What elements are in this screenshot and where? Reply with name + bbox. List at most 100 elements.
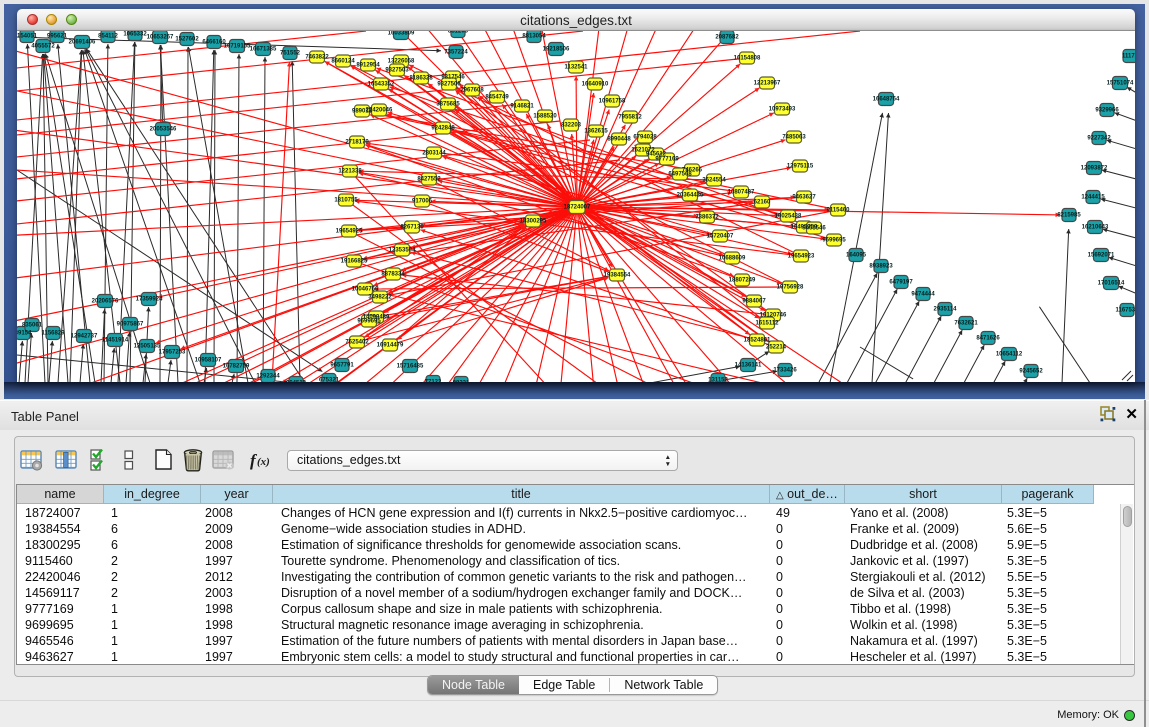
svg-text:10688609: 10688609 <box>719 256 746 262</box>
svg-text:10973493: 10973493 <box>769 107 796 113</box>
svg-text:10653267: 10653267 <box>147 35 174 41</box>
svg-text:917006: 917006 <box>412 199 433 205</box>
svg-text:9327503: 9327503 <box>385 68 409 74</box>
svg-text:9884067: 9884067 <box>742 299 766 305</box>
svg-text:4055572: 4055572 <box>31 44 55 50</box>
svg-text:9245652: 9245652 <box>1019 369 1043 375</box>
svg-text:7386372: 7386372 <box>695 215 719 221</box>
svg-text:16671385: 16671385 <box>250 47 277 53</box>
svg-text:8454749: 8454749 <box>485 95 509 101</box>
svg-text:2967608: 2967608 <box>460 88 484 94</box>
svg-text:12505135: 12505135 <box>134 344 161 350</box>
svg-text:19756928: 19756928 <box>777 285 804 291</box>
svg-text:1615112: 1615112 <box>755 321 779 327</box>
svg-text:1292344: 1292344 <box>256 374 280 380</box>
svg-text:18300295: 18300295 <box>520 219 547 225</box>
svg-text:16033809: 16033809 <box>388 31 415 37</box>
svg-text:17359924: 17359924 <box>136 297 163 303</box>
svg-text:16914479: 16914479 <box>377 343 404 349</box>
svg-text:1733426: 1733426 <box>773 368 797 374</box>
svg-text:9699695: 9699695 <box>357 319 381 325</box>
svg-text:15751074: 15751074 <box>1107 81 1134 87</box>
svg-text:16154808: 16154808 <box>734 56 761 62</box>
svg-text:1065332: 1065332 <box>123 32 147 38</box>
svg-text:7463822: 7463822 <box>305 55 329 61</box>
svg-text:12942737: 12942737 <box>71 334 98 340</box>
svg-text:8813054: 8813054 <box>522 34 546 40</box>
svg-text:6497568: 6497568 <box>668 172 692 178</box>
svg-text:3875685: 3875685 <box>436 102 460 108</box>
svg-text:8186328: 8186328 <box>409 76 433 82</box>
svg-text:995621: 995621 <box>47 34 68 40</box>
svg-text:675321: 675321 <box>319 378 340 383</box>
svg-text:7357224: 7357224 <box>444 50 468 56</box>
svg-text:2803144: 2803144 <box>422 151 446 157</box>
svg-text:19654925: 19654925 <box>336 229 363 235</box>
svg-text:14136141: 14136141 <box>735 363 762 369</box>
svg-text:9242848: 9242848 <box>431 126 455 132</box>
svg-text:12213967: 12213967 <box>754 81 781 87</box>
svg-text:16640910: 16640910 <box>582 82 609 88</box>
svg-text:7625402: 7625402 <box>345 340 369 346</box>
svg-text:11172: 11172 <box>1122 54 1135 60</box>
svg-text:7485063: 7485063 <box>782 135 806 141</box>
svg-text:62160: 62160 <box>754 200 771 206</box>
svg-text:19166825: 19166825 <box>341 259 368 265</box>
svg-text:19384554: 19384554 <box>604 273 631 279</box>
svg-text:7955812: 7955812 <box>618 115 642 121</box>
svg-text:10654112: 10654112 <box>996 352 1023 358</box>
svg-text:12093872: 12093872 <box>1081 166 1108 172</box>
svg-text:3624554: 3624554 <box>702 178 726 184</box>
svg-text:9657791: 9657791 <box>330 363 354 369</box>
svg-text:2935114: 2935114 <box>933 307 957 313</box>
svg-text:8990448: 8990448 <box>607 137 631 143</box>
svg-text:8215985: 8215985 <box>1057 213 1081 219</box>
svg-text:8427552: 8427552 <box>417 177 441 183</box>
svg-text:9317546: 9317546 <box>441 75 465 81</box>
svg-text:8267130: 8267130 <box>400 225 424 231</box>
svg-text:18524861: 18524861 <box>744 338 771 344</box>
svg-text:2718170: 2718170 <box>345 140 369 146</box>
svg-text:1156829: 1156829 <box>41 331 65 337</box>
svg-text:9777169: 9777169 <box>655 157 679 163</box>
svg-text:20691406: 20691406 <box>69 40 96 46</box>
svg-text:2087682: 2087682 <box>715 35 739 41</box>
svg-text:13226058: 13226058 <box>388 59 415 65</box>
svg-text:(x): (x) <box>257 456 270 468</box>
svg-text:10046766: 10046766 <box>352 287 379 293</box>
svg-text:6479197: 6479197 <box>889 280 913 286</box>
svg-text:9463627: 9463627 <box>792 195 816 201</box>
svg-text:8938923: 8938923 <box>869 264 893 270</box>
svg-text:15692071: 15692071 <box>1088 253 1115 259</box>
svg-text:19654923: 19654923 <box>788 254 815 260</box>
svg-text:88321: 88321 <box>453 381 470 383</box>
svg-text:9115460: 9115460 <box>826 208 850 214</box>
svg-text:16543352: 16543352 <box>368 82 395 88</box>
svg-text:16210643: 16210643 <box>1082 225 1109 231</box>
svg-text:10025438: 10025438 <box>775 214 802 220</box>
svg-text:16782759: 16782759 <box>223 364 250 370</box>
svg-text:904512: 904512 <box>286 381 307 383</box>
svg-text:1527602: 1527602 <box>175 37 199 43</box>
svg-text:252214: 252214 <box>766 345 787 351</box>
svg-text:18724007: 18724007 <box>564 205 591 211</box>
svg-text:12975115: 12975115 <box>787 164 814 170</box>
svg-text:9327506: 9327506 <box>437 82 461 88</box>
svg-text:8660124: 8660124 <box>331 59 355 65</box>
svg-text:17016514: 17016514 <box>1098 281 1125 287</box>
svg-text:154051: 154051 <box>17 34 38 40</box>
svg-text:10807487: 10807487 <box>728 190 755 196</box>
svg-text:12353594: 12353594 <box>389 248 416 254</box>
svg-text:10958107: 10958107 <box>195 358 222 364</box>
svg-text:751552: 751552 <box>280 51 301 57</box>
svg-text:164095: 164095 <box>846 253 867 259</box>
svg-text:20206576: 20206576 <box>92 299 119 305</box>
svg-text:1221338: 1221338 <box>338 169 362 175</box>
svg-text:7632621: 7632621 <box>954 321 978 327</box>
svg-text:90975867: 90975867 <box>117 322 144 328</box>
svg-text:39154: 39154 <box>17 331 32 337</box>
svg-text:77123: 77123 <box>425 380 442 383</box>
svg-text:8878334: 8878334 <box>381 272 405 278</box>
svg-text:15720407: 15720407 <box>707 234 734 240</box>
svg-text:832203: 832203 <box>561 123 582 129</box>
